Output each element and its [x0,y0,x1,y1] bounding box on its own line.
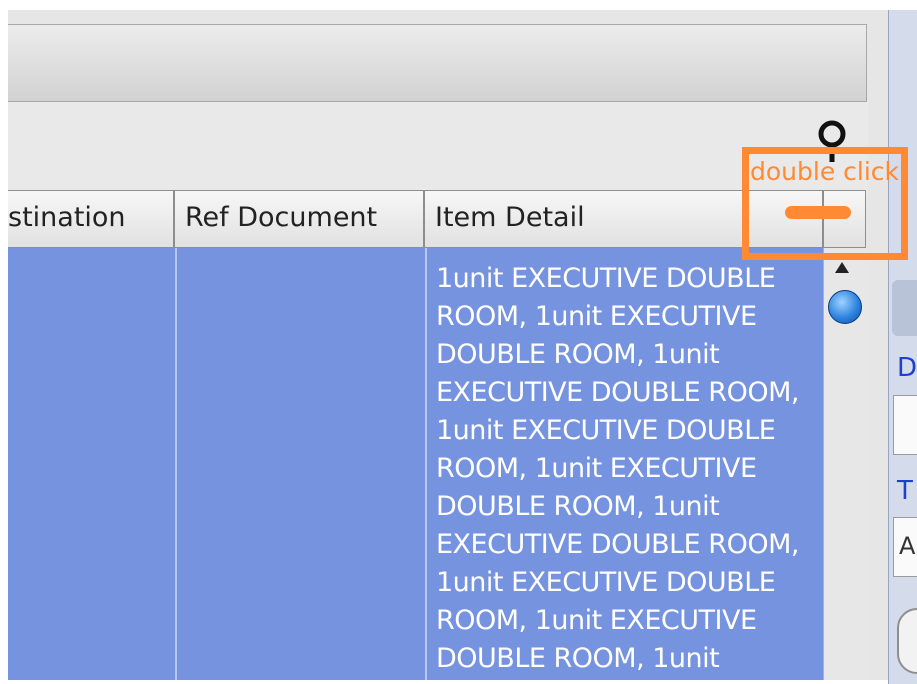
column-header-label: Item Detail [435,202,585,233]
panel-input-value: A [899,532,916,560]
panel-field-label: T [897,476,913,506]
scroll-up-arrow-icon[interactable] [835,262,849,273]
panel-round-button[interactable] [897,608,917,674]
toolbar [8,102,868,198]
panel-input-field[interactable]: A [893,517,917,577]
vertical-scrollbar[interactable] [823,248,867,680]
column-header-label: Ref Document [185,202,378,233]
column-resize-handle[interactable] [785,206,851,219]
main-window: stination Ref Document Item Detail 1unit… [8,10,888,680]
column-header-destination[interactable]: stination [8,191,175,247]
column-divider [175,248,177,680]
column-header-label: stination [8,202,126,233]
column-header-ref-document[interactable]: Ref Document [175,191,425,247]
panel-input-field[interactable] [893,395,917,455]
grid-header: stination Ref Document Item Detail [8,190,866,249]
right-side-panel: D T A [888,10,917,684]
panel-field-label: D [897,353,917,383]
window-header-bar [8,24,867,102]
annotation-label: double click [750,157,900,186]
scroll-thumb-icon[interactable] [828,290,862,324]
table-row[interactable]: 1unit EXECUTIVE DOUBLE ROOM, 1unit EXECU… [8,248,823,680]
panel-tab[interactable] [892,280,917,336]
column-divider [425,248,427,680]
item-detail-cell[interactable]: 1unit EXECUTIVE DOUBLE ROOM, 1unit EXECU… [436,260,816,680]
